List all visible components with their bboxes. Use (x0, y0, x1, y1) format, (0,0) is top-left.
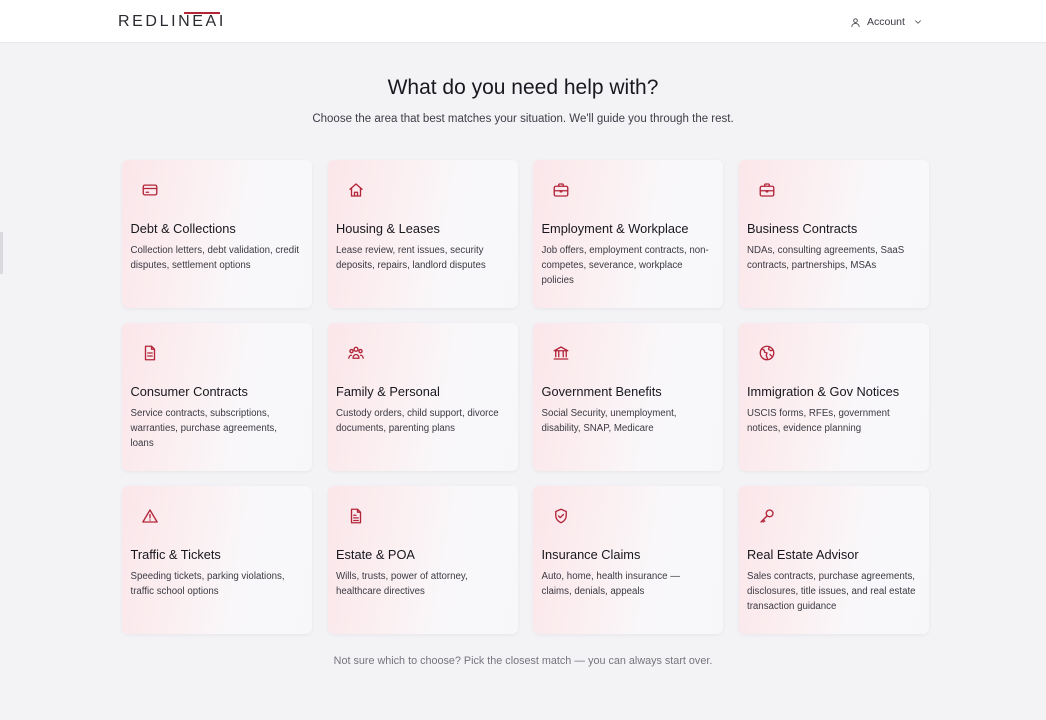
category-card-consumer-contracts[interactable]: Consumer Contracts Service contracts, sub… (122, 323, 312, 471)
category-title: Government Benefits (541, 384, 662, 399)
category-card-government-benefits[interactable]: Government Benefits Social Security, unem… (533, 323, 723, 471)
category-title: Consumer Contracts (130, 384, 248, 399)
category-description: Speeding tickets, parking violations, tr… (130, 571, 285, 598)
logo-accent-bar (184, 12, 220, 14)
home-icon (347, 181, 365, 199)
category-description: USCIS forms, RFEs, government notices, e… (747, 408, 890, 435)
people-icon (347, 344, 365, 362)
category-card-immigration-gov-notices[interactable]: Immigration & Gov Notices USCIS forms, RF… (738, 323, 929, 471)
category-description: Service contracts, subscriptions, warran… (130, 408, 277, 450)
category-title: Family & Personal (336, 384, 440, 399)
side-handle (0, 232, 3, 274)
category-title: Real Estate Advisor (747, 547, 859, 562)
category-title: Business Contracts (747, 221, 858, 236)
globe-icon (758, 344, 776, 362)
category-card-real-estate-advisor[interactable]: Real Estate Advisor Sales contracts, purc… (738, 486, 929, 634)
category-title: Immigration & Gov Notices (747, 384, 900, 399)
category-title: Debt & Collections (130, 221, 236, 236)
category-description: Sales contracts, purchase agreements, di… (747, 571, 916, 613)
category-description: Job offers, employment contracts, non-co… (541, 245, 709, 287)
page-title: What do you need help with? (387, 76, 659, 99)
category-title: Estate & POA (336, 547, 415, 562)
chevron-down-icon (913, 17, 923, 27)
category-title: Housing & Leases (336, 221, 440, 236)
logo[interactable]: REDLINEAI (118, 13, 226, 31)
category-card-family-personal[interactable]: Family & Personal Custody orders, child s… (327, 323, 518, 471)
category-grid: Debt & Collections Collection letters, de… (122, 160, 929, 634)
briefcase-icon (758, 181, 776, 199)
file-text-icon (347, 507, 365, 525)
category-description: Social Security, unemployment, disabilit… (541, 408, 677, 435)
account-menu-button[interactable]: Account (850, 14, 923, 30)
document-icon (141, 344, 159, 362)
briefcase-icon (552, 181, 570, 199)
category-card-housing-leases[interactable]: Housing & Leases Lease review, rent issue… (327, 160, 518, 308)
user-icon (850, 17, 861, 28)
category-card-estate-poa[interactable]: Estate & POA Wills, trusts, power of atto… (327, 486, 518, 634)
account-label: Account (867, 16, 905, 28)
category-title: Employment & Workplace (541, 221, 689, 236)
category-card-traffic-tickets[interactable]: Traffic & Tickets Speeding tickets, parki… (122, 486, 312, 634)
category-description: Lease review, rent issues, security depo… (336, 245, 486, 272)
help-footnote: Not sure which to choose? Pick the close… (333, 655, 713, 667)
category-card-business-contracts[interactable]: Business Contracts NDAs, consulting agree… (738, 160, 929, 308)
category-description: Custody orders, child support, divorce d… (336, 408, 499, 435)
category-description: Wills, trusts, power of attorney, health… (336, 571, 468, 598)
category-card-debt-collections[interactable]: Debt & Collections Collection letters, de… (122, 160, 312, 308)
category-description: Auto, home, health insurance — claims, d… (541, 571, 680, 598)
top-bar: REDLINEAI Account (0, 0, 1046, 43)
category-card-employment-workplace[interactable]: Employment & Workplace Job offers, employ… (533, 160, 723, 308)
credit-card-icon (141, 181, 159, 199)
category-title: Traffic & Tickets (130, 547, 221, 562)
shield-check-icon (552, 507, 570, 525)
bank-icon (552, 344, 570, 362)
category-title: Insurance Claims (541, 547, 641, 562)
warning-icon (141, 507, 159, 525)
page-subtitle: Choose the area that best matches your s… (312, 113, 734, 125)
key-icon (758, 507, 776, 525)
category-card-insurance-claims[interactable]: Insurance Claims Auto, home, health insur… (533, 486, 723, 634)
category-description: Collection letters, debt validation, cre… (130, 245, 300, 272)
category-description: NDAs, consulting agreements, SaaS contra… (747, 245, 905, 272)
